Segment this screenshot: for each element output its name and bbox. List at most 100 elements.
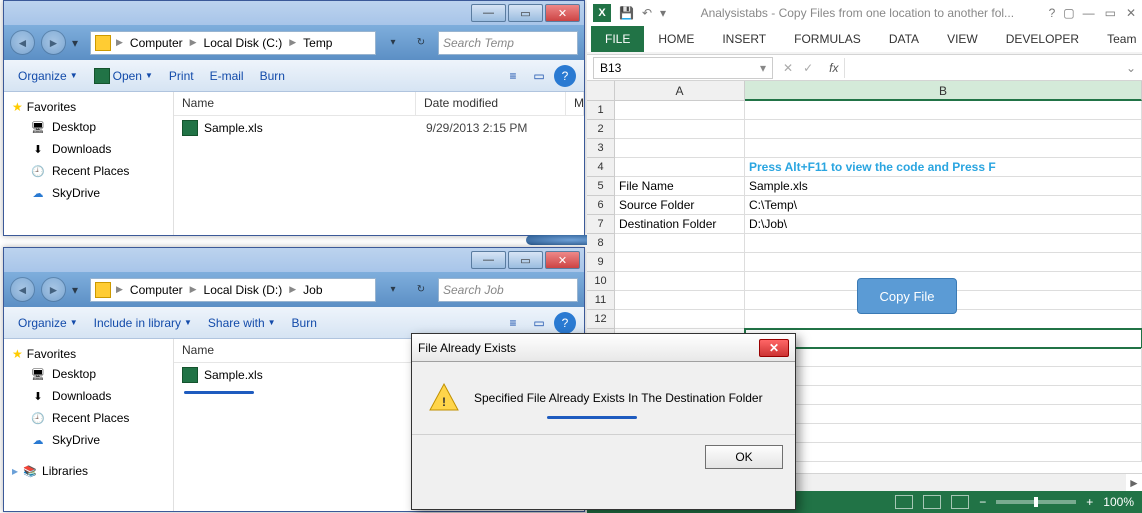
cell[interactable] xyxy=(615,101,745,120)
organize-menu[interactable]: Organize▼ xyxy=(12,65,84,87)
help-icon[interactable]: ? xyxy=(554,65,576,87)
cell[interactable] xyxy=(745,234,1142,253)
refresh-icon[interactable]: ↻ xyxy=(410,31,432,55)
cell-value[interactable]: D:\Job\ xyxy=(745,215,1142,234)
qat-customize-icon[interactable]: ▾ xyxy=(660,6,666,20)
ok-button[interactable]: OK xyxy=(705,445,783,469)
cell[interactable] xyxy=(745,253,1142,272)
sidebar-item-recent[interactable]: 🕘Recent Places xyxy=(8,407,169,429)
formula-bar-input[interactable] xyxy=(844,58,1119,78)
cell[interactable] xyxy=(615,310,745,329)
row-header[interactable]: 3 xyxy=(587,139,615,158)
tab-insert[interactable]: INSERT xyxy=(708,26,780,52)
cell-value[interactable]: Sample.xls xyxy=(745,177,1142,196)
normal-view-icon[interactable] xyxy=(895,495,913,509)
forward-button[interactable]: ► xyxy=(41,277,66,302)
row-header[interactable]: 8 xyxy=(587,234,615,253)
page-break-view-icon[interactable] xyxy=(951,495,969,509)
minimize-button[interactable]: — xyxy=(471,4,506,22)
cell[interactable] xyxy=(615,234,745,253)
maximize-button[interactable]: ▭ xyxy=(508,4,543,22)
cell[interactable] xyxy=(615,291,745,310)
tab-home[interactable]: HOME xyxy=(644,26,708,52)
file-row[interactable]: Sample.xls 9/29/2013 2:15 PM xyxy=(174,116,584,140)
zoom-in-icon[interactable]: + xyxy=(1086,495,1093,509)
favorites-header[interactable]: ★Favorites xyxy=(8,345,169,363)
col-date[interactable]: Date modified xyxy=(416,92,566,115)
cell[interactable] xyxy=(745,424,1142,443)
save-icon[interactable]: 💾 xyxy=(619,6,634,20)
cell[interactable] xyxy=(615,272,745,291)
cell[interactable] xyxy=(745,443,1142,462)
cell-label[interactable]: Source Folder xyxy=(615,196,745,215)
refresh-icon[interactable]: ↻ xyxy=(410,278,432,302)
expand-formula-bar-icon[interactable]: ⌄ xyxy=(1120,61,1142,75)
history-dropdown-icon[interactable]: ▾ xyxy=(72,36,84,50)
tab-developer[interactable]: DEVELOPER xyxy=(992,26,1093,52)
breadcrumb-item[interactable]: Local Disk (D:) xyxy=(202,283,285,297)
breadcrumb-item[interactable]: Job xyxy=(301,283,324,297)
breadcrumb-item[interactable]: Local Disk (C:) xyxy=(202,36,285,50)
preview-pane-icon[interactable]: ▭ xyxy=(528,65,550,87)
view-options-icon[interactable]: ≡ xyxy=(502,65,524,87)
close-button[interactable]: ✕ xyxy=(545,4,580,22)
page-layout-view-icon[interactable] xyxy=(923,495,941,509)
search-input[interactable]: Search Temp xyxy=(438,31,578,55)
organize-menu[interactable]: Organize▼ xyxy=(12,312,84,334)
row-header[interactable]: 6 xyxy=(587,196,615,215)
zoom-level[interactable]: 100% xyxy=(1103,495,1134,509)
cell[interactable] xyxy=(615,139,745,158)
history-dropdown-icon[interactable]: ▾ xyxy=(72,283,84,297)
row-header[interactable]: 12 xyxy=(587,310,615,329)
tab-team[interactable]: Team xyxy=(1093,26,1142,52)
sidebar-item-desktop[interactable]: 🖥Desktop xyxy=(8,116,169,138)
cell[interactable] xyxy=(745,139,1142,158)
name-box[interactable]: B13▾ xyxy=(593,57,773,79)
cell[interactable] xyxy=(745,120,1142,139)
cancel-icon[interactable]: ✕ xyxy=(783,61,793,75)
copy-file-button[interactable]: Copy File xyxy=(857,278,957,314)
row-header[interactable]: 10 xyxy=(587,272,615,291)
row-header[interactable]: 1 xyxy=(587,101,615,120)
sidebar-item-downloads[interactable]: ⬇Downloads xyxy=(8,138,169,160)
forward-button[interactable]: ► xyxy=(41,30,66,55)
close-button[interactable]: ✕ xyxy=(1126,6,1136,20)
burn-button[interactable]: Burn xyxy=(254,65,291,87)
close-button[interactable]: ✕ xyxy=(545,251,580,269)
breadcrumb-item[interactable]: Computer xyxy=(128,283,185,297)
tab-formulas[interactable]: FORMULAS xyxy=(780,26,875,52)
col-header-b[interactable]: B xyxy=(745,81,1142,101)
cell-label[interactable]: Destination Folder xyxy=(615,215,745,234)
sidebar-item-downloads[interactable]: ⬇Downloads xyxy=(8,385,169,407)
sidebar-item-skydrive[interactable]: ☁SkyDrive xyxy=(8,182,169,204)
breadcrumb[interactable]: ▶ Computer ▶ Local Disk (C:) ▶ Temp xyxy=(90,31,376,55)
cell[interactable] xyxy=(745,405,1142,424)
row-header[interactable]: 7 xyxy=(587,215,615,234)
libraries-header[interactable]: ▸📚Libraries xyxy=(8,461,169,481)
back-button[interactable]: ◄ xyxy=(10,277,35,302)
row-header[interactable]: 4 xyxy=(587,158,615,177)
row-header[interactable]: 2 xyxy=(587,120,615,139)
breadcrumb-item[interactable]: Computer xyxy=(128,36,185,50)
zoom-out-icon[interactable]: − xyxy=(979,495,986,509)
cell[interactable] xyxy=(745,329,1142,348)
maximize-button[interactable]: ▭ xyxy=(508,251,543,269)
col-name[interactable]: Name xyxy=(174,92,416,115)
col-third[interactable]: M xyxy=(566,92,584,115)
minimize-button[interactable]: — xyxy=(1083,6,1095,20)
search-input[interactable]: Search Job xyxy=(438,278,578,302)
fx-label[interactable]: fx xyxy=(823,61,844,75)
help-icon[interactable]: ? xyxy=(554,312,576,334)
cell-value[interactable]: C:\Temp\ xyxy=(745,196,1142,215)
breadcrumb-dropdown[interactable]: ▾ xyxy=(382,31,404,55)
zoom-thumb[interactable] xyxy=(1034,497,1038,507)
minimize-button[interactable]: — xyxy=(471,251,506,269)
cell[interactable] xyxy=(745,101,1142,120)
open-menu[interactable]: Open▼ xyxy=(88,64,159,88)
row-header[interactable]: 5 xyxy=(587,177,615,196)
cell[interactable] xyxy=(615,158,745,177)
select-all-corner[interactable] xyxy=(587,81,615,101)
cell-instruction[interactable]: Press Alt+F11 to view the code and Press… xyxy=(745,158,1142,177)
preview-pane-icon[interactable]: ▭ xyxy=(528,312,550,334)
cell[interactable] xyxy=(745,348,1142,367)
